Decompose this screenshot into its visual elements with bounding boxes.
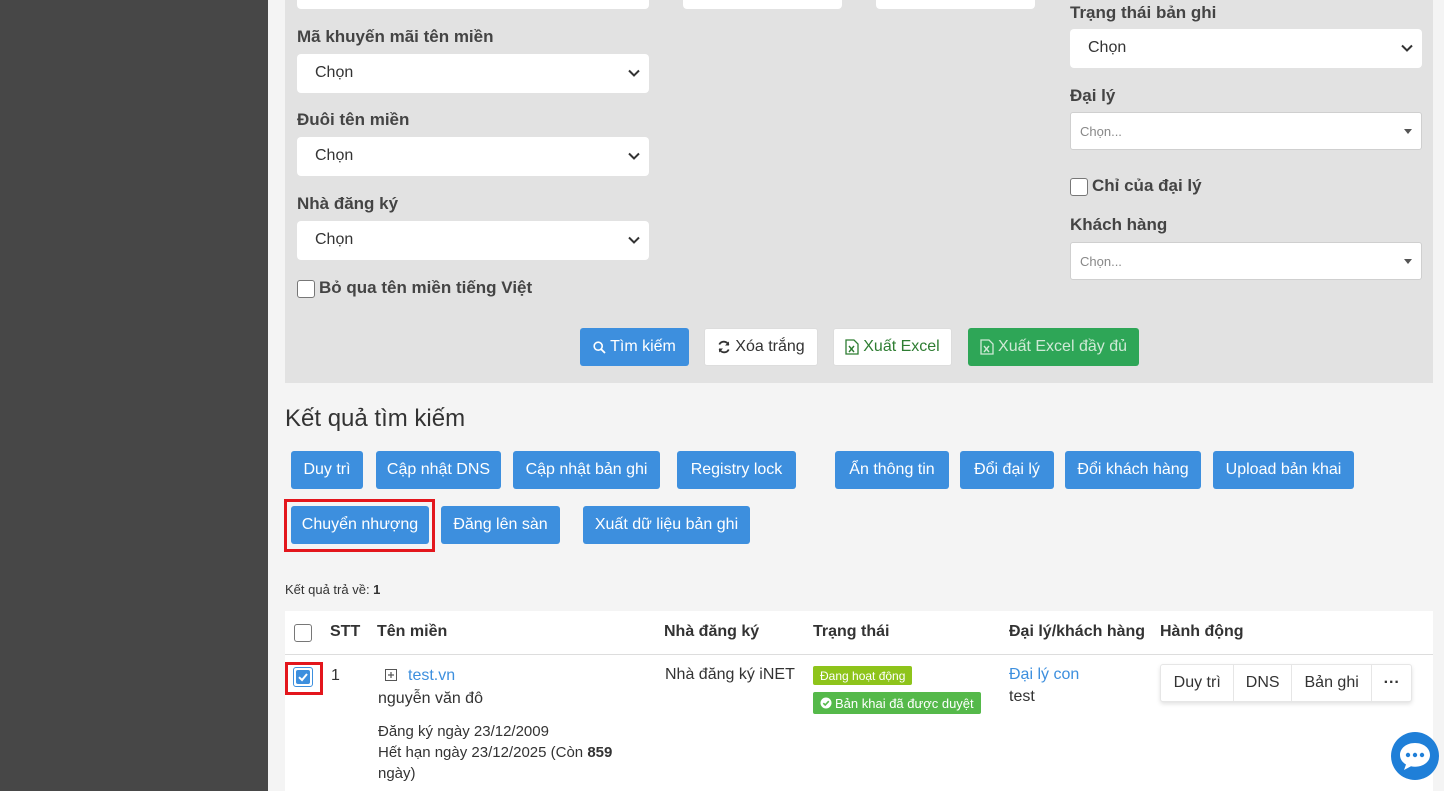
bulk-maintain-button[interactable]: Duy trì	[291, 451, 363, 489]
status-active-text: Đang hoạt động	[820, 668, 906, 683]
bulk-update-record-button[interactable]: Cập nhật bản ghi	[513, 451, 660, 489]
customer-name: test	[1009, 688, 1035, 705]
search-icon	[593, 340, 606, 354]
domain-owner: nguyễn văn đô	[378, 690, 483, 707]
col-header-stt: STT	[330, 623, 361, 640]
excel-file-icon	[845, 339, 859, 355]
chevron-down-icon	[1401, 44, 1413, 52]
result-count-label: Kết quả trả về:	[285, 582, 374, 597]
table-header-divider	[285, 654, 1433, 655]
registrar-value: Chọn	[315, 231, 354, 248]
results-title: Kết quả tìm kiếm	[285, 405, 466, 432]
bulk-transfer-button[interactable]: Chuyển nhượng	[291, 506, 429, 544]
search-button[interactable]: Tìm kiếm	[580, 328, 689, 366]
export-excel-label: Xuất Excel	[863, 338, 940, 355]
filter-panel: Mã khuyến mãi tên miền Chọn Đuôi tên miề…	[285, 0, 1433, 383]
excel-file-icon	[980, 339, 994, 355]
chevron-down-icon	[628, 236, 640, 244]
customer-select[interactable]: Chọn...	[1070, 242, 1422, 280]
expiry-date-text: Hết hạn ngày 23/12/2025 (Còn	[378, 744, 588, 761]
days-suffix: ngày)	[378, 765, 416, 782]
registrar-select[interactable]: Chọn	[297, 221, 649, 260]
agent-only-checkbox[interactable]	[1070, 178, 1088, 196]
bulk-change-customer-button[interactable]: Đổi khách hàng	[1065, 451, 1201, 489]
agent-placeholder: Chọn...	[1080, 124, 1122, 139]
row-maintain-button[interactable]: Duy trì	[1161, 665, 1235, 701]
agent-label: Đại lý	[1070, 86, 1116, 105]
days-left: 859	[587, 744, 613, 761]
clear-button-label: Xóa trắng	[735, 338, 805, 355]
top-date-to-cut[interactable]	[876, 0, 1035, 9]
expiry-date: Hết hạn ngày 23/12/2025 (Còn 859	[378, 744, 612, 761]
top-select-cut[interactable]	[297, 0, 649, 9]
bulk-list-marketplace-button[interactable]: Đăng lên sàn	[441, 506, 560, 544]
export-excel-button[interactable]: Xuất Excel	[833, 328, 952, 366]
domain-link[interactable]: test.vn	[408, 667, 455, 685]
row-action-group: Duy trì DNS Bản ghi ···	[1160, 664, 1412, 702]
domain-suffix-select[interactable]: Chọn	[297, 137, 649, 176]
export-excel-full-label: Xuất Excel đầy đủ	[998, 338, 1127, 355]
bulk-update-dns-button[interactable]: Cập nhật DNS	[376, 451, 501, 489]
registrar-name: Nhà đăng ký iNET	[665, 666, 795, 683]
export-excel-full-button[interactable]: Xuất Excel đầy đủ	[968, 328, 1139, 366]
col-header-domain: Tên miền	[377, 623, 448, 640]
record-status-value: Chọn	[1088, 39, 1127, 56]
bulk-export-records-button[interactable]: Xuất dữ liệu bản ghi	[583, 506, 750, 544]
domain-suffix-label: Đuôi tên miền	[297, 110, 410, 129]
main-content: Mã khuyến mãi tên miền Chọn Đuôi tên miề…	[268, 0, 1444, 791]
chat-widget-button[interactable]	[1391, 732, 1439, 780]
col-header-status: Trạng thái	[813, 623, 890, 640]
row-stt: 1	[331, 667, 340, 684]
record-status-label: Trạng thái bản ghi	[1070, 3, 1217, 22]
register-date: Đăng ký ngày 23/12/2009	[378, 723, 549, 740]
agent-link[interactable]: Đại lý con	[1009, 666, 1079, 684]
skip-vn-domain-checkbox[interactable]	[297, 280, 315, 298]
row-dns-button[interactable]: DNS	[1234, 665, 1292, 701]
bulk-hide-info-button[interactable]: Ẩn thông tin	[835, 451, 949, 489]
status-approved-badge: Bản khai đã được duyệt	[813, 692, 981, 714]
sidebar	[0, 0, 268, 791]
row-record-button[interactable]: Bản ghi	[1292, 665, 1373, 701]
chevron-down-icon	[628, 152, 640, 160]
col-header-registrar: Nhà đăng ký	[664, 623, 760, 640]
expand-plus-icon[interactable]	[385, 669, 397, 681]
results-table: STT Tên miền Nhà đăng ký Trạng thái Đại …	[285, 611, 1433, 791]
bulk-change-agent-button[interactable]: Đổi đại lý	[960, 451, 1054, 489]
check-icon	[298, 673, 308, 682]
row-more-button[interactable]: ···	[1372, 665, 1411, 701]
row-select-checkbox[interactable]	[293, 667, 313, 687]
customer-placeholder: Chọn...	[1080, 254, 1122, 269]
promo-code-select[interactable]: Chọn	[297, 54, 649, 93]
agent-select[interactable]: Chọn...	[1070, 112, 1422, 150]
result-count-value: 1	[373, 582, 381, 597]
status-active-badge: Đang hoạt động	[813, 666, 913, 685]
promo-code-label: Mã khuyến mãi tên miền	[297, 27, 494, 46]
status-approved-text: Bản khai đã được duyệt	[835, 695, 974, 711]
top-date-from-cut[interactable]	[683, 0, 842, 9]
promo-code-value: Chọn	[315, 64, 354, 81]
result-count: Kết quả trả về: 1	[285, 582, 380, 597]
search-button-label: Tìm kiếm	[610, 338, 676, 355]
caret-down-icon	[1404, 259, 1412, 264]
registrar-label: Nhà đăng ký	[297, 194, 399, 213]
chevron-down-icon	[628, 69, 640, 77]
record-status-select[interactable]: Chọn	[1070, 29, 1422, 68]
check-circle-icon	[820, 697, 832, 709]
bulk-registry-lock-button[interactable]: Registry lock	[677, 451, 796, 489]
select-all-checkbox[interactable]	[294, 624, 312, 642]
bulk-upload-declaration-button[interactable]: Upload bản khai	[1213, 451, 1354, 489]
agent-only-label: Chỉ của đại lý	[1092, 176, 1202, 195]
chat-icon	[1400, 743, 1430, 770]
checkbox-checked-fill	[296, 670, 310, 684]
customer-label: Khách hàng	[1070, 215, 1168, 234]
skip-vn-domain-label: Bỏ qua tên miền tiếng Việt	[319, 278, 533, 297]
col-header-agent-customer: Đại lý/khách hàng	[1009, 623, 1146, 640]
refresh-icon	[718, 340, 730, 354]
domain-suffix-value: Chọn	[315, 147, 354, 164]
caret-down-icon	[1404, 129, 1412, 134]
clear-button[interactable]: Xóa trắng	[704, 328, 818, 366]
col-header-actions: Hành động	[1160, 623, 1244, 640]
